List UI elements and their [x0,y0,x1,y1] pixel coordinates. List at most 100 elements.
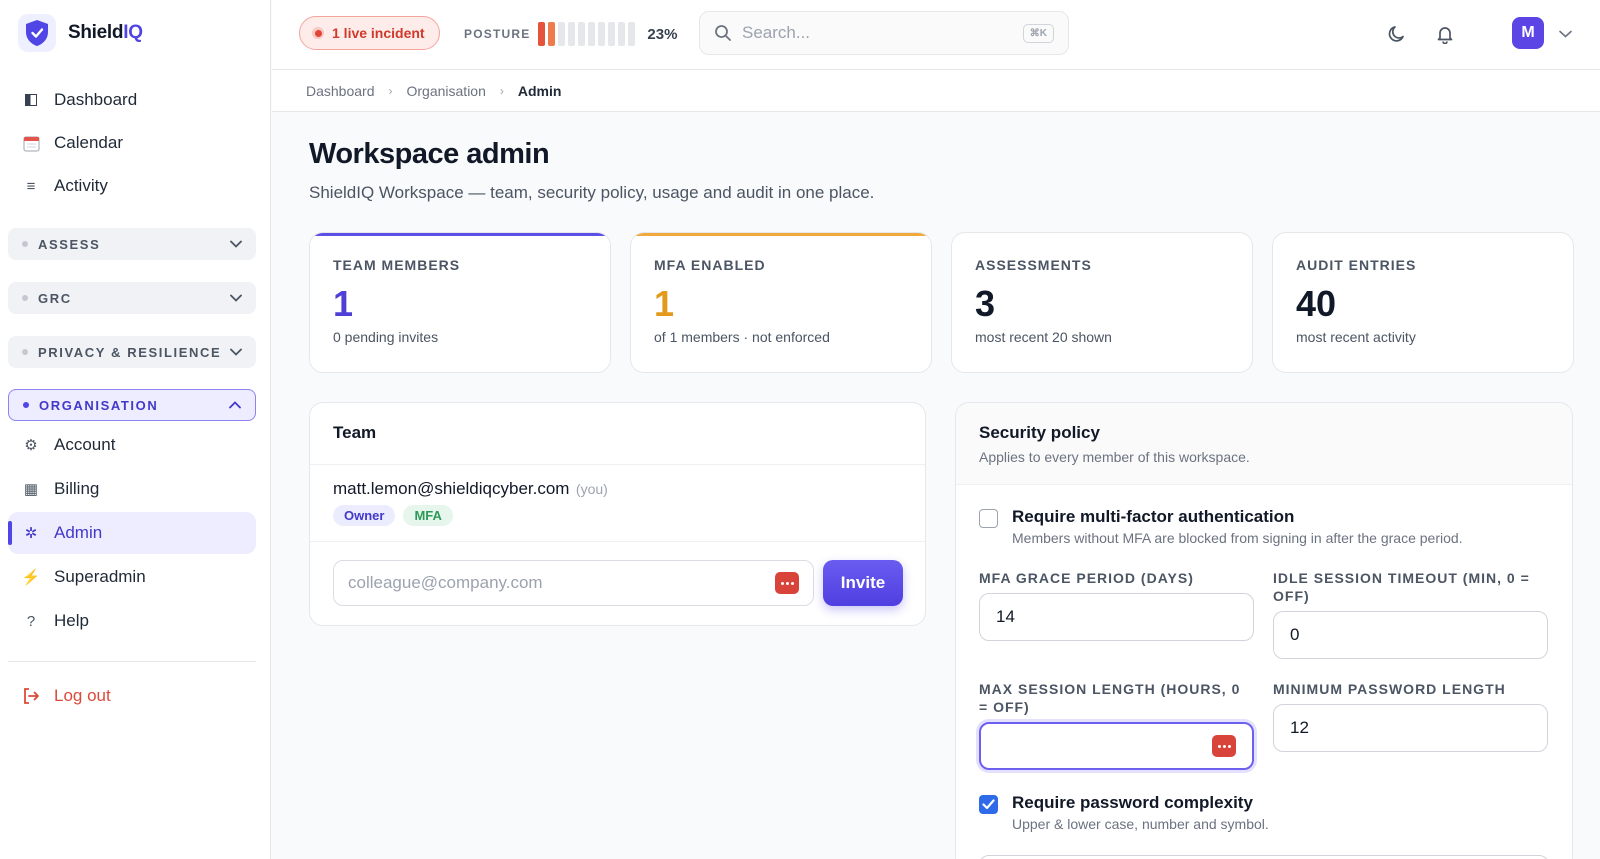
sidebar-item-label: Dashboard [54,90,138,109]
sidebar-item-admin[interactable]: ✲ Admin [8,512,256,554]
avatar[interactable]: M [1512,17,1544,49]
stat-label: AUDIT ENTRIES [1296,257,1417,273]
posture-bar-segment [538,22,546,46]
panel-title: Security policy [979,423,1100,442]
mfa-badge: MFA [403,505,453,526]
search-box[interactable]: ⌘K [699,11,1069,55]
sidebar-item-billing[interactable]: ▦ Billing [8,468,256,510]
bullet-icon [23,402,29,408]
sidebar-panel-icon [22,94,40,106]
invite-button[interactable]: Invite [823,560,903,606]
invite-field[interactable] [333,560,814,606]
option-label: Require multi-factor authentication [1012,507,1295,526]
group-label: ORGANISATION [39,397,159,413]
sidebar-group-privacy[interactable]: PRIVACY & RESILIENCE [8,336,256,368]
team-panel: Team matt.lemon@shieldiqcyber.com (you) … [309,402,926,626]
group-label: GRC [38,290,72,306]
password-manager-icon[interactable] [775,572,799,594]
breadcrumb-item-organisation[interactable]: Organisation [407,83,486,99]
bullet-icon [22,349,28,355]
stat-card-mfa-enabled: MFA ENABLED 1 of 1 members · not enforce… [630,232,932,373]
search-icon [715,25,731,41]
lightning-icon: ⚡ [21,569,41,586]
page-title: Workspace admin [309,138,550,170]
logout-button[interactable]: Log out [8,675,256,717]
password-complexity-option: Require password complexity Upper & lowe… [979,793,1269,832]
sidebar-group-organisation[interactable]: ORGANISATION [8,389,256,421]
min-password-field: MINIMUM PASSWORD LENGTH [1273,680,1548,752]
posture-meter: POSTURE 23% [464,22,677,46]
stat-card-team-members: TEAM MEMBERS 1 0 pending invites [309,232,611,373]
next-field-box[interactable] [979,855,1549,859]
panel-header: Security policy Applies to every member … [956,403,1572,485]
stat-sub: 0 pending invites [333,329,439,345]
require-mfa-option: Require multi-factor authentication Memb… [979,507,1549,546]
search-input[interactable] [742,23,1013,43]
invite-row: Invite [310,541,925,625]
stat-label: TEAM MEMBERS [333,257,461,273]
idle-timeout-input[interactable] [1290,625,1531,645]
group-label: PRIVACY & RESILIENCE [38,344,222,360]
brand[interactable]: ShieldIQ [18,14,143,52]
max-session-input[interactable] [997,736,1212,756]
require-mfa-checkbox[interactable] [979,509,998,528]
posture-bars [538,22,636,46]
idle-timeout-field: IDLE SESSION TIMEOUT (MIN, 0 = OFF) [1273,569,1548,659]
team-member-row: matt.lemon@shieldiqcyber.com (you) Owner… [333,479,608,526]
sidebar-item-activity[interactable]: ≡ Activity [8,165,256,207]
sidebar-group-assess[interactable]: ASSESS [8,228,256,260]
sidebar-item-help[interactable]: ? Help [8,600,256,642]
sidebar-item-superadmin[interactable]: ⚡ Superadmin [8,556,256,598]
sidebar-item-label: Superadmin [54,567,146,586]
panel-header: Team [310,403,925,465]
stat-sub: of 1 members · not enforced [654,329,830,345]
notifications-button[interactable] [1432,21,1458,47]
field-label: IDLE SESSION TIMEOUT (MIN, 0 = OFF) [1273,570,1530,604]
sidebar-item-dashboard[interactable]: Dashboard [8,79,256,121]
password-complexity-checkbox[interactable] [979,795,998,814]
breadcrumb: Dashboard › Organisation › Admin [272,70,1600,112]
posture-bar-segment [548,22,556,46]
breadcrumb-item-dashboard[interactable]: Dashboard [306,83,375,99]
member-email: matt.lemon@shieldiqcyber.com [333,479,570,498]
account-menu-toggle[interactable] [1552,21,1578,47]
stat-value: 40 [1296,283,1337,324]
posture-bar-segment [608,22,616,46]
alert-dot-icon [312,27,324,39]
mfa-grace-input[interactable] [996,607,1237,627]
panel-title: Team [333,423,377,442]
sidebar-item-label: Calendar [54,133,123,152]
sidebar-item-calendar[interactable]: Calendar [8,122,256,164]
stat-value: 1 [333,283,354,324]
member-you-label: (you) [575,481,608,497]
field-box[interactable] [1273,611,1548,659]
posture-bar-segment [558,22,566,46]
dark-mode-toggle[interactable] [1384,21,1410,47]
field-box[interactable] [979,593,1254,641]
sidebar-group-grc[interactable]: GRC [8,282,256,314]
security-policy-panel: Security policy Applies to every member … [955,402,1573,859]
panel-description: Applies to every member of this workspac… [979,449,1250,465]
sidebar-item-account[interactable]: ⚙ Account [8,424,256,466]
stat-label: ASSESSMENTS [975,257,1092,273]
posture-bar-segment [568,22,576,46]
field-box[interactable] [979,722,1254,770]
group-label: ASSESS [38,236,101,252]
sidebar-item-label: Help [54,611,89,630]
invite-email-input[interactable] [348,573,775,593]
posture-label: POSTURE [464,27,531,41]
chevron-right-icon: › [499,83,504,98]
logout-label: Log out [54,686,111,705]
field-label: MAX SESSION LENGTH (HOURS, 0 = OFF) [979,681,1241,715]
live-incident-badge[interactable]: 1 live incident [299,16,440,50]
field-box[interactable] [1273,704,1548,752]
sidebar: ShieldIQ Dashboard Calendar ≡ Activity A… [0,0,271,859]
bullet-icon [22,295,28,301]
stat-sub: most recent 20 shown [975,329,1112,345]
question-icon: ? [26,612,36,630]
min-password-input[interactable] [1290,718,1531,738]
password-manager-icon[interactable] [1212,735,1236,757]
posture-bar-segment [578,22,586,46]
divider [8,661,256,662]
option-label: Require password complexity [1012,793,1253,812]
